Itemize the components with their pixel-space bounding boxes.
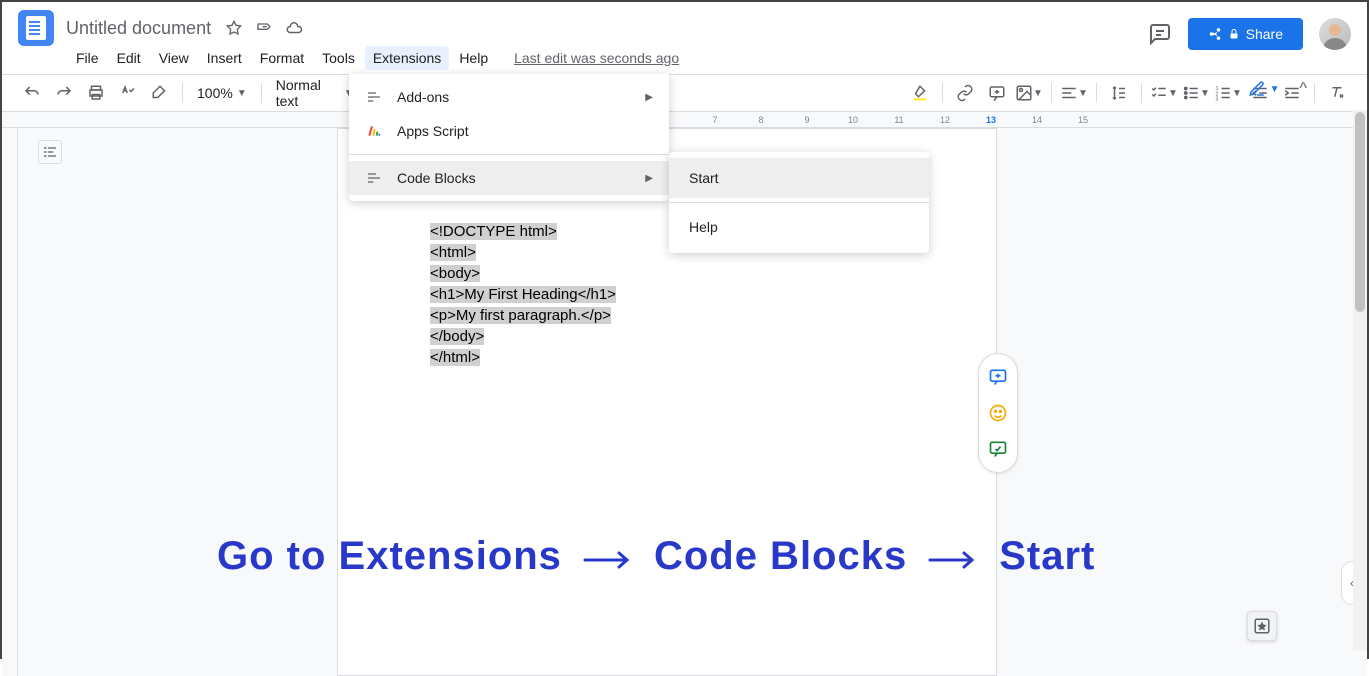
cloud-status-icon[interactable] xyxy=(285,19,303,37)
menu-tools[interactable]: Tools xyxy=(314,46,363,70)
menu-edit[interactable]: Edit xyxy=(109,46,149,70)
line-spacing-button[interactable] xyxy=(1105,79,1133,107)
menu-help[interactable]: Help xyxy=(451,46,496,70)
menu-format[interactable]: Format xyxy=(252,46,312,70)
explore-button[interactable] xyxy=(1247,611,1277,641)
docs-logo[interactable] xyxy=(18,10,54,46)
apps-script-menu-item[interactable]: Apps Script xyxy=(349,114,669,148)
code-blocks-icon xyxy=(365,169,383,187)
submenu-arrow-icon: ▶ xyxy=(645,92,653,103)
user-avatar[interactable] xyxy=(1319,18,1351,50)
undo-button[interactable] xyxy=(18,79,46,107)
suggest-edit-icon[interactable] xyxy=(987,438,1009,460)
help-menu-item[interactable]: Help xyxy=(669,207,929,247)
vertical-scrollbar[interactable] xyxy=(1353,110,1367,650)
start-menu-item[interactable]: Start xyxy=(669,158,929,198)
last-edit-link[interactable]: Last edit was seconds ago xyxy=(514,50,679,66)
code-blocks-submenu: Start Help xyxy=(669,152,929,253)
menubar: File Edit View Insert Format Tools Exten… xyxy=(2,46,1367,74)
share-button[interactable]: Share xyxy=(1188,18,1303,50)
document-title[interactable]: Untitled document xyxy=(66,18,211,39)
checklist-button[interactable]: ▼ xyxy=(1150,79,1178,107)
print-button[interactable] xyxy=(82,79,110,107)
addons-menu-item[interactable]: Add-ons ▶ xyxy=(349,80,669,114)
menu-view[interactable]: View xyxy=(151,46,197,70)
submenu-arrow-icon: ▶ xyxy=(645,173,653,184)
outline-toggle-button[interactable] xyxy=(38,140,62,164)
add-comment-button[interactable] xyxy=(983,79,1011,107)
apps-script-icon xyxy=(365,122,383,140)
emoji-icon[interactable] xyxy=(987,402,1009,424)
vertical-ruler[interactable] xyxy=(2,128,18,676)
menu-extensions[interactable]: Extensions xyxy=(365,46,449,70)
horizontal-ruler[interactable]: 7 8 9 10 11 12 13 14 15 xyxy=(2,112,1367,128)
extensions-menu: Add-ons ▶ Apps Script Code Blocks ▶ xyxy=(349,74,669,201)
paint-format-button[interactable] xyxy=(146,79,174,107)
align-button[interactable]: ▼ xyxy=(1060,79,1088,107)
code-blocks-menu-item[interactable]: Code Blocks ▶ xyxy=(349,161,669,195)
numbered-list-button[interactable]: 123▼ xyxy=(1214,79,1242,107)
spellcheck-button[interactable] xyxy=(114,79,142,107)
zoom-select[interactable]: 100%▼ xyxy=(191,85,253,101)
redo-button[interactable] xyxy=(50,79,78,107)
bulleted-list-button[interactable]: ▼ xyxy=(1182,79,1210,107)
menu-file[interactable]: File xyxy=(68,46,107,70)
move-icon[interactable] xyxy=(255,19,273,37)
style-select[interactable]: Normal text▼ xyxy=(270,77,360,109)
document-content[interactable]: <!DOCTYPE html> <html> <body> <h1>My Fir… xyxy=(430,221,616,368)
clear-formatting-button[interactable] xyxy=(1323,79,1351,107)
addons-icon xyxy=(365,88,383,106)
add-comment-icon[interactable] xyxy=(987,366,1009,388)
toolbar: 100%▼ Normal text▼ ▼ ▼ ▼ ▼ 123▼ xyxy=(2,74,1367,112)
highlight-color-button[interactable] xyxy=(906,79,934,107)
insert-image-button[interactable]: ▼ xyxy=(1015,79,1043,107)
star-icon[interactable] xyxy=(225,19,243,37)
comment-history-icon[interactable] xyxy=(1148,22,1172,46)
svg-text:3: 3 xyxy=(1216,97,1219,103)
editing-mode-button[interactable]: ▼ ^ xyxy=(1248,80,1307,98)
share-label: Share xyxy=(1246,26,1283,42)
insert-link-button[interactable] xyxy=(951,79,979,107)
annotation-overlay: Go to Extensions Code Blocks Start xyxy=(217,532,1095,579)
scrollbar-thumb[interactable] xyxy=(1355,112,1365,312)
menu-insert[interactable]: Insert xyxy=(199,46,250,70)
